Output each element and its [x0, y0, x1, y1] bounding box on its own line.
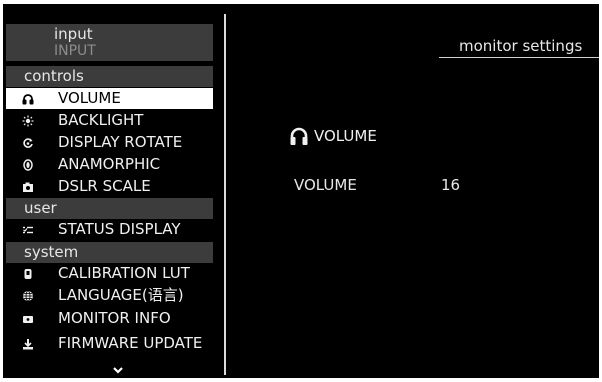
anamorphic-icon [19, 154, 37, 175]
panel-heading: VOLUME [288, 124, 377, 148]
sidebar-divider [224, 14, 226, 375]
sidebar-item-volume[interactable]: VOLUME [6, 88, 213, 109]
sidebar-item-monitor-info[interactable]: MONITOR INFO [6, 308, 213, 329]
sidebar-item-calibration-lut[interactable]: CALIBRATION LUT [6, 263, 213, 284]
page-title-block: monitor settings [439, 36, 599, 58]
camera-icon [19, 176, 37, 197]
volume-setting-row[interactable]: VOLUME 16 [294, 175, 460, 195]
sidebar-item-dslr-scale[interactable]: DSLR SCALE [6, 176, 213, 197]
sidebar-item-label: BACKLIGHT [58, 111, 144, 129]
sidebar-item-label: DISPLAY ROTATE [58, 133, 183, 151]
input-section-label: input [54, 25, 93, 43]
sidebar-item-language[interactable]: LANGUAGE(语言) [6, 285, 213, 306]
sidebar-menu: input INPUT controls VOLUME BACKLIGHT DI… [6, 4, 213, 378]
current-input-value: INPUT [54, 43, 96, 59]
input-section-header[interactable]: input INPUT [6, 24, 213, 61]
sidebar-item-label: VOLUME [58, 89, 121, 107]
firmware-icon [19, 333, 37, 354]
user-section-header: user [6, 198, 213, 219]
headphones-icon [19, 88, 37, 109]
monitor-info-icon [19, 308, 37, 329]
sidebar-item-anamorphic[interactable]: ANAMORPHIC [6, 154, 213, 175]
headphones-icon [288, 125, 310, 147]
globe-icon [19, 285, 37, 306]
sidebar-item-label: LANGUAGE(语言) [58, 286, 184, 304]
sidebar-item-firmware-update[interactable]: FIRMWARE UPDATE [6, 333, 213, 354]
chevron-down-icon[interactable] [111, 360, 125, 374]
sun-icon [19, 110, 37, 131]
sidebar-item-label: STATUS DISPLAY [58, 220, 181, 238]
controls-section-header: controls [6, 66, 213, 87]
sidebar-item-label: DSLR SCALE [58, 177, 151, 195]
status-icon [19, 219, 37, 240]
page-title: monitor settings [459, 37, 583, 55]
volume-value[interactable]: 16 [441, 175, 460, 195]
title-underline [439, 57, 599, 58]
monitor-screen: input INPUT controls VOLUME BACKLIGHT DI… [3, 4, 599, 378]
lut-icon [19, 263, 37, 284]
setting-label: VOLUME [294, 176, 357, 194]
sidebar-item-status-display[interactable]: STATUS DISPLAY [6, 219, 213, 240]
rotate-icon [19, 132, 37, 153]
sidebar-item-label: MONITOR INFO [58, 309, 171, 327]
sidebar-item-display-rotate[interactable]: DISPLAY ROTATE [6, 132, 213, 153]
system-section-header: system [6, 242, 213, 263]
sidebar-item-backlight[interactable]: BACKLIGHT [6, 110, 213, 131]
sidebar-item-label: ANAMORPHIC [58, 155, 161, 173]
sidebar-item-label: FIRMWARE UPDATE [58, 334, 203, 352]
sidebar-item-label: CALIBRATION LUT [58, 264, 190, 282]
panel-heading-label: VOLUME [314, 127, 377, 145]
